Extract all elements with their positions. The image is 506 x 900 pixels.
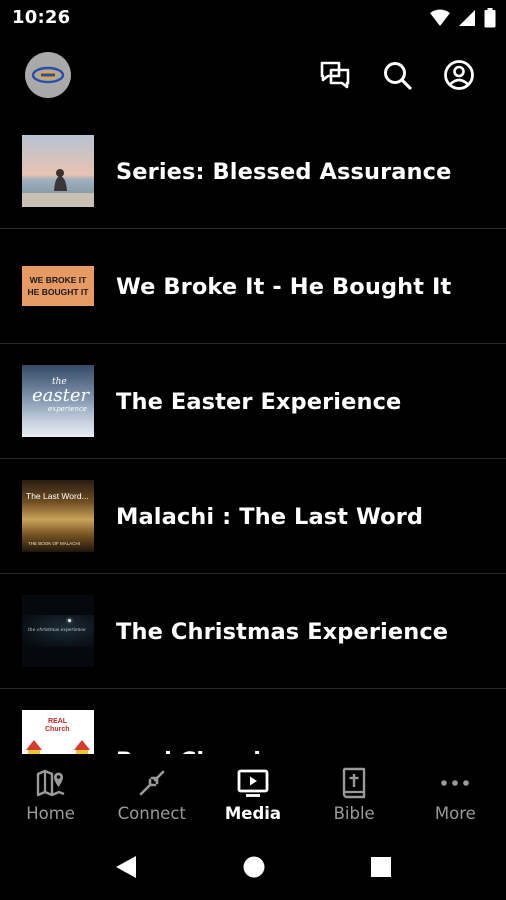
nav-label: Bible [333, 804, 375, 823]
map-icon [36, 769, 65, 797]
chat-icon [320, 61, 350, 89]
thumbnail-text: experience [48, 405, 88, 413]
thumbnail-text: THE BOOK OF MALACHI [28, 541, 81, 546]
series-thumbnail: the christmas experience [22, 595, 94, 667]
media-list: Series: Blessed Assurance WE BROKE IT HE… [0, 114, 506, 754]
media-item[interactable]: the easter experience The Easter Experie… [0, 344, 506, 459]
media-item-title: The Easter Experience [116, 388, 402, 415]
media-item[interactable]: the christmas experience The Christmas E… [0, 574, 506, 689]
recents-square-icon [371, 857, 391, 877]
bottom-nav: Home Connect Media Bible More [0, 754, 506, 836]
nav-item-bible[interactable]: Bible [304, 754, 405, 836]
nav-item-more[interactable]: More [405, 754, 506, 836]
media-item-title: The Christmas Experience [116, 618, 449, 645]
signal-icon [458, 9, 476, 32]
nav-label: Home [26, 804, 75, 823]
series-thumbnail: the easter experience [22, 365, 94, 437]
bible-icon [342, 767, 366, 799]
status-time: 10:26 [12, 7, 71, 28]
thumbnail-text: easter [32, 385, 90, 406]
system-nav-bar [0, 836, 506, 900]
tv-play-icon [237, 769, 269, 797]
search-icon [384, 62, 412, 90]
chat-button[interactable] [315, 55, 355, 95]
app-header [0, 40, 506, 110]
thumbnail-text: HE BOUGHT IT [27, 287, 89, 297]
church-logo-icon [31, 66, 65, 84]
connect-arrows-icon [139, 770, 165, 796]
back-button[interactable] [114, 854, 138, 885]
series-thumbnail [22, 135, 94, 207]
media-item-title: Series: Blessed Assurance [116, 158, 452, 185]
thumbnail-text: The Last Word... [26, 491, 89, 501]
profile-button[interactable] [439, 55, 479, 95]
thumbnail-text: WE BROKE IT [29, 275, 87, 285]
home-button[interactable] [242, 854, 266, 885]
thumbnail-text: the christmas experience [28, 628, 86, 633]
status-bar: 10:26 [0, 0, 506, 36]
series-thumbnail: The Last Word... THE BOOK OF MALACHI [22, 480, 94, 552]
church-logo-avatar[interactable] [25, 52, 71, 98]
church-drawing-icon [26, 740, 90, 754]
media-item[interactable]: REAL Church Real Church [0, 689, 506, 754]
nav-item-home[interactable]: Home [0, 754, 101, 836]
nav-label: More [434, 804, 476, 823]
recents-button[interactable] [369, 854, 393, 885]
media-item[interactable]: WE BROKE IT HE BOUGHT IT We Broke It - H… [0, 229, 506, 344]
media-item-title: We Broke It - He Bought It [116, 273, 452, 300]
nav-label: Connect [117, 804, 186, 823]
status-icons [430, 8, 496, 33]
back-triangle-icon [116, 856, 136, 878]
nav-label: Media [224, 804, 282, 823]
home-circle-icon [243, 856, 265, 878]
wifi-icon [430, 9, 450, 32]
media-item[interactable]: The Last Word... THE BOOK OF MALACHI Mal… [0, 459, 506, 574]
media-item-title: Malachi : The Last Word [116, 503, 424, 530]
series-thumbnail: WE BROKE IT HE BOUGHT IT [22, 250, 94, 322]
nav-item-media[interactable]: Media [202, 754, 303, 836]
media-item-title: Real Church [116, 703, 269, 755]
star-icon [68, 619, 71, 622]
battery-icon [484, 8, 496, 33]
more-dots-icon [441, 780, 470, 786]
nav-item-connect[interactable]: Connect [101, 754, 202, 836]
search-button[interactable] [377, 55, 417, 95]
media-item[interactable]: Series: Blessed Assurance [0, 114, 506, 229]
account-circle-icon [444, 60, 474, 90]
series-thumbnail: REAL Church [22, 710, 94, 754]
